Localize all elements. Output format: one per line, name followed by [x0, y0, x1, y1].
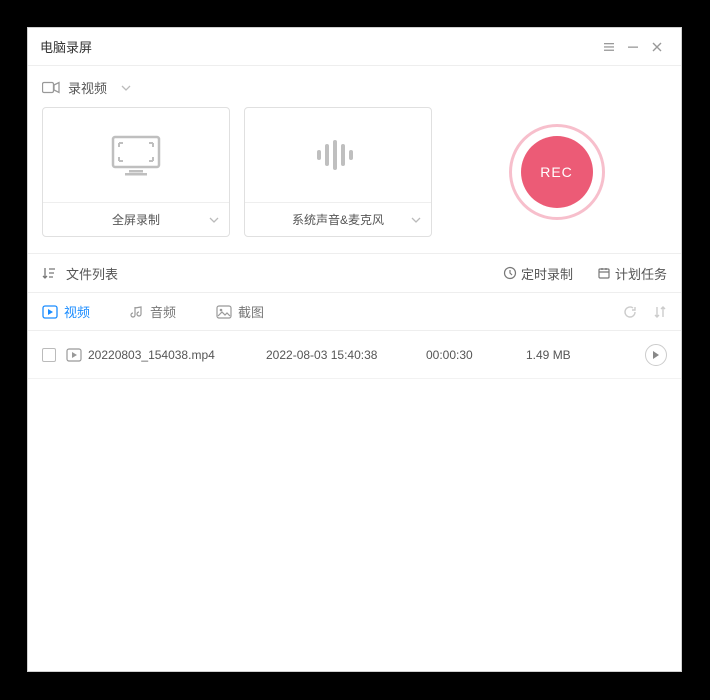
titlebar: 电脑录屏 [28, 28, 681, 66]
controls-row: 全屏录制 系统声音&麦克风 [28, 103, 681, 253]
menu-button[interactable] [597, 35, 621, 59]
scheduled-task-button[interactable]: 计划任务 [597, 264, 667, 283]
monitor-icon [43, 108, 229, 202]
play-button[interactable] [645, 344, 667, 366]
audio-label: 系统声音&麦克风 [292, 211, 384, 228]
file-row[interactable]: 20220803_154038.mp4 2022-08-03 15:40:38 … [28, 331, 681, 379]
mode-label: 录视频 [68, 78, 107, 97]
record-button[interactable]: REC [521, 136, 593, 208]
camcorder-icon [42, 81, 60, 94]
audio-card[interactable]: 系统声音&麦克风 [244, 107, 432, 237]
source-label: 全屏录制 [112, 211, 160, 228]
file-date: 2022-08-03 15:40:38 [266, 348, 416, 362]
tab-screenshot[interactable]: 截图 [216, 302, 264, 321]
file-name: 20220803_154038.mp4 [88, 348, 215, 362]
record-area: REC [446, 107, 667, 237]
app-window: 电脑录屏 录视频 [27, 27, 682, 672]
refresh-icon[interactable] [623, 305, 637, 319]
sort-icon[interactable] [42, 267, 56, 279]
audio-footer[interactable]: 系统声音&麦克风 [245, 202, 431, 236]
list-header: 文件列表 定时录制 计划任务 [28, 253, 681, 293]
source-footer[interactable]: 全屏录制 [43, 202, 229, 236]
tab-audio[interactable]: 音频 [130, 302, 176, 321]
desktop-icons [0, 0, 710, 30]
close-button[interactable] [645, 35, 669, 59]
file-list: 20220803_154038.mp4 2022-08-03 15:40:38 … [28, 331, 681, 671]
chevron-down-icon [121, 85, 131, 91]
video-file-icon [66, 348, 82, 362]
record-button-ring: REC [509, 124, 605, 220]
file-checkbox[interactable] [42, 348, 56, 362]
waveform-icon [245, 108, 431, 202]
minimize-button[interactable] [621, 35, 645, 59]
file-duration: 00:00:30 [426, 348, 516, 362]
list-title: 文件列表 [66, 264, 118, 283]
mode-selector[interactable]: 录视频 [28, 66, 681, 103]
chevron-down-icon [209, 217, 219, 223]
sort-toggle-icon[interactable] [653, 305, 667, 319]
tab-video[interactable]: 视频 [42, 302, 90, 321]
source-card[interactable]: 全屏录制 [42, 107, 230, 237]
chevron-down-icon [411, 217, 421, 223]
timed-record-button[interactable]: 定时录制 [503, 264, 573, 283]
window-title: 电脑录屏 [40, 37, 597, 56]
file-size: 1.49 MB [526, 348, 606, 362]
file-tabs: 视频 音频 截图 [28, 293, 681, 331]
